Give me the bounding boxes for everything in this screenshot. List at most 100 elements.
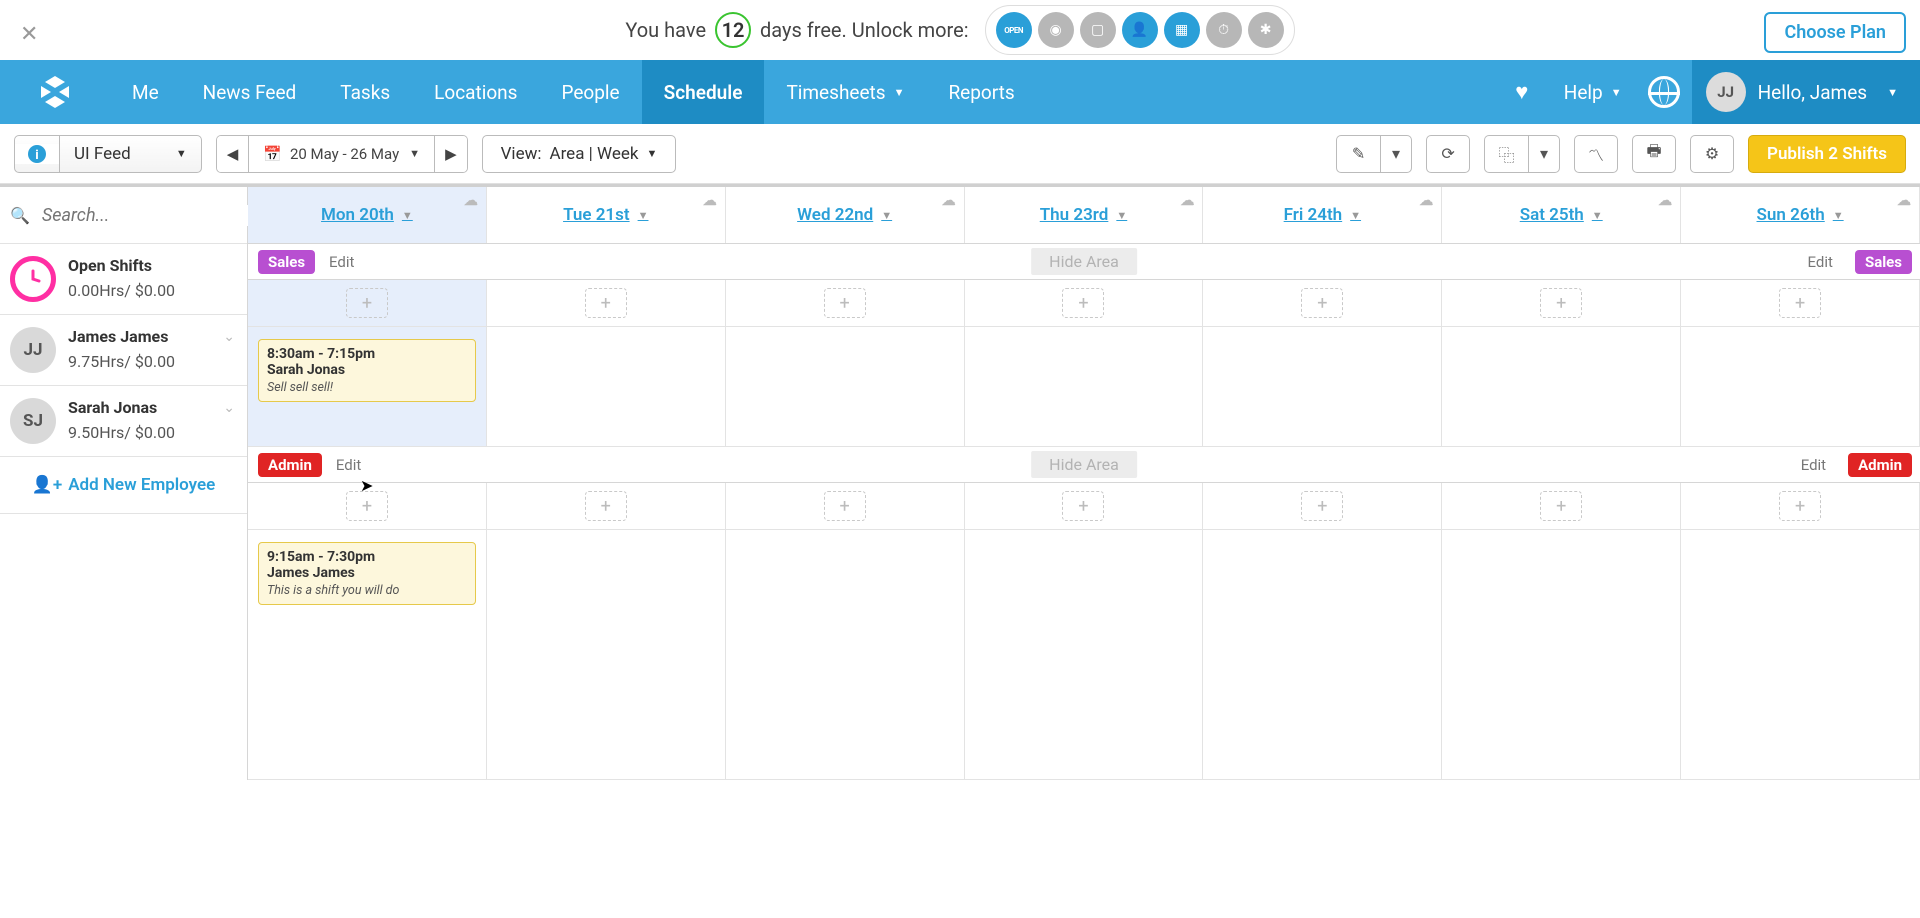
copy-button[interactable]: ⿻ bbox=[1484, 135, 1528, 173]
grid-cell[interactable] bbox=[965, 327, 1204, 447]
hide-area-button[interactable]: Hide Area bbox=[1031, 451, 1137, 478]
grid-cell[interactable] bbox=[1681, 327, 1920, 447]
grid-cell[interactable] bbox=[1681, 530, 1920, 780]
globe-icon[interactable] bbox=[1636, 76, 1692, 108]
day-header-sun[interactable]: ☁Sun 26th▼ bbox=[1681, 187, 1920, 243]
employee-row[interactable]: SJ Sarah Jonas 9.50Hrs/ $0.00 ⌄ bbox=[0, 386, 247, 457]
shift-time: 8:30am - 7:15pm bbox=[267, 346, 467, 362]
day-header-wed[interactable]: ☁Wed 22nd▼ bbox=[726, 187, 965, 243]
grid-cell[interactable] bbox=[726, 530, 965, 780]
add-shift-button[interactable]: + bbox=[585, 288, 627, 318]
grid-cell[interactable] bbox=[726, 327, 965, 447]
magic-wand-button[interactable]: ✎ bbox=[1336, 135, 1380, 173]
view-select[interactable]: View: Area | Week ▼ bbox=[482, 135, 677, 173]
location-select[interactable]: i UI Feed▼ bbox=[14, 135, 202, 173]
publish-button[interactable]: Publish 2 Shifts bbox=[1748, 135, 1906, 173]
stats-button[interactable]: 〽 bbox=[1574, 135, 1618, 173]
add-shift-button[interactable]: + bbox=[585, 491, 627, 521]
feature-person-icon[interactable]: 👤 bbox=[1122, 12, 1158, 48]
area-shift-row-admin: 9:15am - 7:30pm James James This is a sh… bbox=[248, 530, 1920, 780]
nav-timesheets[interactable]: Timesheets▼ bbox=[764, 60, 926, 124]
feature-calendar-icon[interactable]: ▦ bbox=[1164, 12, 1200, 48]
choose-plan-button[interactable]: Choose Plan bbox=[1764, 12, 1906, 53]
grid-cell[interactable] bbox=[1203, 530, 1442, 780]
chevron-down-icon: ▼ bbox=[894, 86, 905, 99]
heart-icon[interactable] bbox=[1494, 60, 1550, 124]
prev-week-button[interactable]: ◀ bbox=[217, 136, 250, 172]
shift-card[interactable]: 9:15am - 7:30pm James James This is a sh… bbox=[258, 542, 476, 605]
grid-cell[interactable] bbox=[487, 327, 726, 447]
add-shift-button[interactable]: + bbox=[346, 288, 388, 318]
magic-wand-dropdown[interactable]: ▾ bbox=[1380, 135, 1412, 173]
feature-bubbles: OPEN ◉ ▢ 👤 ▦ ⏱ ✱ bbox=[985, 5, 1295, 55]
nav-help[interactable]: Help▼ bbox=[1550, 81, 1636, 104]
day-headers: ☁Mon 20th▼ ☁Tue 21st▼ ☁Wed 22nd▼ ☁Thu 23… bbox=[248, 187, 1920, 244]
trial-days-count: 12 bbox=[715, 12, 751, 48]
day-header-mon[interactable]: ☁Mon 20th▼ bbox=[248, 187, 487, 243]
grid-cell[interactable] bbox=[487, 530, 726, 780]
shift-card[interactable]: 8:30am - 7:15pm Sarah Jonas Sell sell se… bbox=[258, 339, 476, 402]
employee-row[interactable]: JJ James James 9.75Hrs/ $0.00 ⌄ bbox=[0, 315, 247, 386]
nav-me[interactable]: Me bbox=[110, 60, 181, 124]
shift-note: Sell sell sell! bbox=[267, 380, 467, 395]
date-nav: ◀ 📅 20 May - 26 May ▼ ▶ bbox=[216, 135, 468, 173]
chevron-down-icon[interactable]: ⌄ bbox=[223, 400, 235, 416]
feature-timer-icon[interactable]: ⏱ bbox=[1206, 12, 1242, 48]
employee-sidebar: 🔍 ⇅ ▾ Open Shifts 0.00Hrs/ $0.00 JJ Jame… bbox=[0, 187, 248, 780]
feature-open-icon[interactable]: OPEN bbox=[996, 12, 1032, 48]
employee-row-open-shifts[interactable]: Open Shifts 0.00Hrs/ $0.00 bbox=[0, 244, 247, 315]
print-button[interactable]: 🖶 bbox=[1632, 135, 1676, 173]
day-header-sat[interactable]: ☁Sat 25th▼ bbox=[1442, 187, 1681, 243]
logo[interactable] bbox=[0, 72, 110, 112]
close-icon[interactable]: ✕ bbox=[20, 22, 38, 47]
hide-area-button[interactable]: Hide Area bbox=[1031, 248, 1137, 275]
chevron-down-icon[interactable]: ⌄ bbox=[223, 329, 235, 345]
grid-cell[interactable]: 9:15am - 7:30pm James James This is a sh… bbox=[248, 530, 487, 780]
add-shift-button[interactable]: + bbox=[1301, 491, 1343, 521]
grid-cell[interactable] bbox=[965, 530, 1204, 780]
add-shift-button[interactable]: + bbox=[1779, 288, 1821, 318]
copy-dropdown[interactable]: ▾ bbox=[1528, 135, 1560, 173]
area-edit-link[interactable]: Edit bbox=[329, 253, 354, 271]
day-header-fri[interactable]: ☁Fri 24th▼ bbox=[1203, 187, 1442, 243]
add-shift-button[interactable]: + bbox=[346, 491, 388, 521]
day-header-thu[interactable]: ☁Thu 23rd▼ bbox=[965, 187, 1204, 243]
area-edit-link-right[interactable]: Edit bbox=[1801, 456, 1826, 474]
add-shift-button[interactable]: + bbox=[1540, 288, 1582, 318]
user-menu[interactable]: JJ Hello, James ▼ bbox=[1692, 60, 1920, 124]
schedule-grid: ☁Mon 20th▼ ☁Tue 21st▼ ☁Wed 22nd▼ ☁Thu 23… bbox=[248, 187, 1920, 780]
day-header-tue[interactable]: ☁Tue 21st▼ bbox=[487, 187, 726, 243]
grid-cell[interactable] bbox=[1442, 327, 1681, 447]
nav-people[interactable]: People bbox=[539, 60, 641, 124]
nav-news-feed[interactable]: News Feed bbox=[181, 60, 319, 124]
add-shift-button[interactable]: + bbox=[1062, 288, 1104, 318]
area-edit-link[interactable]: Edit bbox=[336, 456, 361, 474]
feature-lock-icon[interactable]: ✱ bbox=[1248, 12, 1284, 48]
add-shift-button[interactable]: + bbox=[1779, 491, 1821, 521]
grid-cell[interactable] bbox=[1442, 530, 1681, 780]
weather-icon: ☁ bbox=[1897, 193, 1911, 209]
copy-split: ⿻ ▾ bbox=[1484, 135, 1560, 173]
employee-name: Open Shifts bbox=[68, 256, 175, 275]
search-input[interactable] bbox=[38, 205, 270, 226]
add-shift-button[interactable]: + bbox=[1301, 288, 1343, 318]
add-shift-button[interactable]: + bbox=[824, 491, 866, 521]
grid-cell[interactable] bbox=[1203, 327, 1442, 447]
date-range-button[interactable]: 📅 20 May - 26 May ▼ bbox=[249, 136, 435, 172]
nav-schedule[interactable]: Schedule bbox=[642, 60, 765, 124]
nav-tasks[interactable]: Tasks bbox=[318, 60, 412, 124]
add-shift-button[interactable]: + bbox=[1062, 491, 1104, 521]
next-week-button[interactable]: ▶ bbox=[435, 136, 467, 172]
grid-cell[interactable]: 8:30am - 7:15pm Sarah Jonas Sell sell se… bbox=[248, 327, 487, 447]
area-edit-link-right[interactable]: Edit bbox=[1808, 253, 1833, 271]
add-employee-button[interactable]: 👤+Add New Employee bbox=[0, 457, 247, 514]
settings-button[interactable]: ⚙ bbox=[1690, 135, 1734, 173]
nav-locations[interactable]: Locations bbox=[412, 60, 539, 124]
refresh-button[interactable]: ⟳ bbox=[1426, 135, 1470, 173]
feature-camera-icon[interactable]: ◉ bbox=[1038, 12, 1074, 48]
add-shift-button[interactable]: + bbox=[1540, 491, 1582, 521]
employee-name: James James bbox=[68, 327, 175, 346]
nav-reports[interactable]: Reports bbox=[926, 60, 1036, 124]
feature-device-icon[interactable]: ▢ bbox=[1080, 12, 1116, 48]
add-shift-button[interactable]: + bbox=[824, 288, 866, 318]
